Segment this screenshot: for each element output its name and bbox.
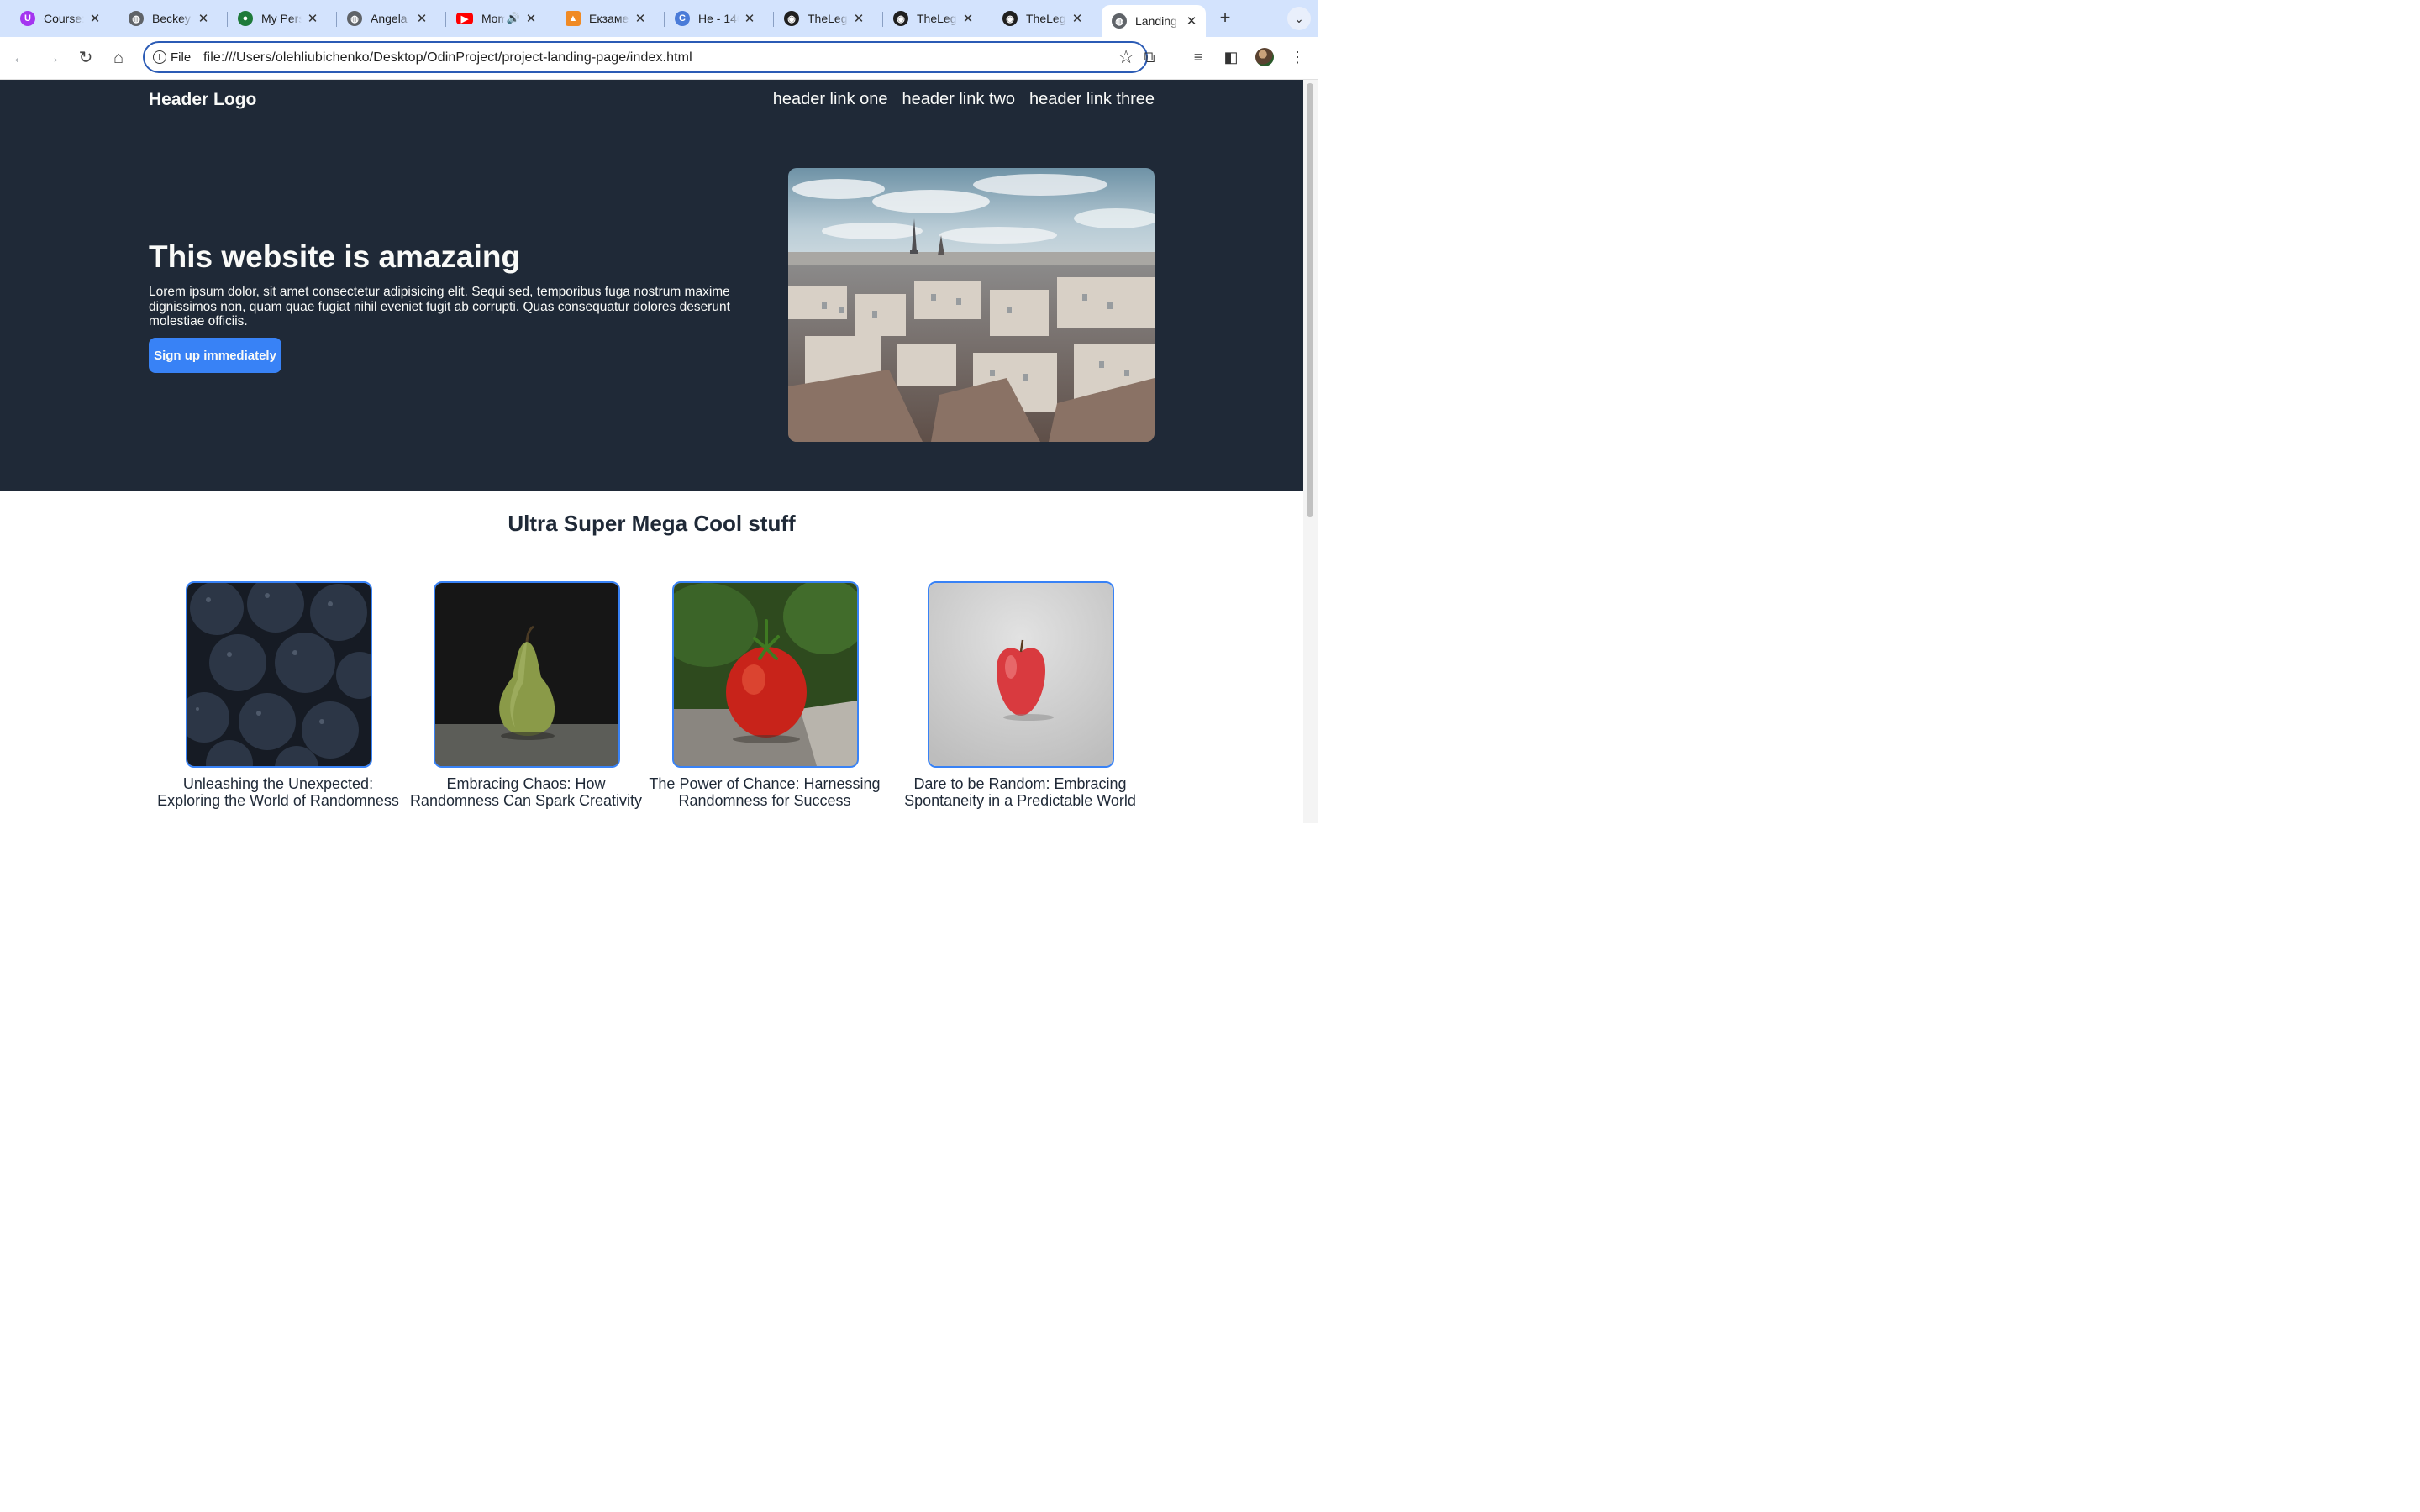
card-image-blueberries [186,581,372,768]
vertical-scrollbar[interactable] [1303,80,1318,823]
card-caption: Unleashing the Unexpected: Exploring the… [157,775,399,809]
close-icon[interactable]: ✕ [87,11,103,26]
close-icon[interactable]: ✕ [1070,11,1085,26]
hero-title: This website is amazaing [149,239,521,274]
profile-avatar[interactable] [1255,48,1274,66]
tab-title: Course: [44,12,84,25]
home-icon[interactable]: ⌂ [108,47,129,69]
udemy-icon: U [20,11,35,26]
browser-tab[interactable]: C He - 140 ✕ [665,5,764,32]
close-icon[interactable]: ✕ [1184,13,1199,29]
tomato-illustration [674,583,857,766]
close-icon[interactable]: ✕ [305,11,320,26]
youtube-icon: ▶ [456,13,473,24]
close-icon[interactable]: ✕ [414,11,429,26]
pear-illustration [435,583,618,766]
browser-tab[interactable]: ◍ Beckey L ✕ [118,5,218,32]
tab-search-button[interactable]: ⌄ [1287,7,1311,30]
browser-tab[interactable]: ▲ Екзамен ✕ [555,5,655,32]
card-caption: Embracing Chaos: How Randomness Can Spar… [409,775,643,809]
globe-icon: ◍ [129,11,144,26]
reload-icon[interactable]: ↻ [75,47,97,69]
scheme-label: File [171,50,192,65]
apple-illustration [929,583,1113,766]
tab-title: TheLege [1026,12,1066,25]
back-arrow-icon[interactable]: ← [9,47,31,69]
section-title: Ultra Super Mega Cool stuff [508,511,796,536]
card-caption: The Power of Chance: Harnessing Randomne… [649,775,881,809]
side-panel-icon[interactable]: ◧ [1221,47,1241,67]
media-controls-icon[interactable]: ≡ [1188,47,1208,67]
tab-title: TheLege [808,12,848,25]
close-icon[interactable]: ✕ [960,11,976,26]
card-caption: Dare to be Random: Embracing Spontaneity… [904,775,1136,809]
card-image-apple [928,581,1114,768]
blueberries-illustration [187,583,371,766]
card-image-pear [434,581,620,768]
extensions-puzzle-icon[interactable]: ⧉ [1139,47,1160,67]
sign-up-button[interactable]: Sign up immediately [149,338,281,373]
cone-icon: ▲ [566,11,581,26]
c-icon: C [675,11,690,26]
hero-city-image [788,168,1155,442]
browser-tab[interactable]: ▶ Mom 🔊 ✕ [446,5,545,32]
scrollbar-thumb[interactable] [1307,83,1313,517]
close-icon[interactable]: ✕ [523,11,539,26]
forward-arrow-icon[interactable]: → [41,47,63,69]
address-bar[interactable]: i File file:///Users/olehliubichenko/Des… [143,41,1148,73]
url-text[interactable]: file:///Users/olehliubichenko/Desktop/Od… [203,50,692,66]
star-bookmark-icon[interactable]: ☆ [1118,46,1134,68]
header-link-three[interactable]: header link three [1029,90,1155,109]
github-icon: ◉ [893,11,908,26]
browser-tab-active[interactable]: ◍ Landing ✕ [1102,5,1206,37]
browser-tab[interactable]: ◉ TheLege ✕ [992,5,1092,32]
hero-text: Lorem ipsum dolor, sit amet consectetur … [149,285,730,328]
header-logo[interactable]: Header Logo [149,90,256,110]
header-nav: header link one header link two header l… [773,90,1155,109]
browser-tab[interactable]: ◍ Angela Y ✕ [337,5,436,32]
browser-tab[interactable]: ◉ TheLege ✕ [883,5,982,32]
tab-title: Landing [1135,14,1177,28]
card-image-tomato [672,581,859,768]
github-icon: ◉ [784,11,799,26]
page-viewport: Header Logo header link one header link … [0,80,1303,823]
info-icon[interactable]: i [153,50,166,64]
header-link-two[interactable]: header link two [902,90,1015,109]
browser-toolbar: ← → ↻ ⌂ i File file:///Users/olehliubich… [0,37,1318,80]
close-icon[interactable]: ✕ [633,11,648,26]
hero-section: Header Logo header link one header link … [0,80,1303,491]
close-icon[interactable]: ✕ [742,11,757,26]
close-icon[interactable]: ✕ [851,11,866,26]
more-menu-icon[interactable]: ⋮ [1287,47,1307,67]
tab-title: My Perso [261,12,302,25]
tab-title: Beckey L [152,12,192,25]
close-icon[interactable]: ✕ [196,11,211,26]
github-icon: ◉ [1002,11,1018,26]
browser-tab[interactable]: ● My Perso ✕ [228,5,327,32]
tab-title: Angela Y [371,12,411,25]
tab-title: TheLege [917,12,957,25]
header-link-one[interactable]: header link one [773,90,888,109]
audio-playing-icon[interactable]: 🔊 [507,12,520,25]
browser-tab[interactable]: U Course: ✕ [10,5,109,32]
city-rooftops-illustration [788,168,1155,442]
globe-icon: ◍ [347,11,362,26]
browser-tab[interactable]: ◉ TheLege ✕ [774,5,873,32]
profile-icon: ● [238,11,253,26]
tab-title: Екзамен [589,12,629,25]
tab-title: Mom [481,12,505,25]
tab-title: He - 140 [698,12,739,25]
new-tab-button[interactable]: + [1215,8,1235,28]
tab-strip: U Course: ✕ ◍ Beckey L ✕ ● My Perso ✕ ◍ … [0,0,1318,37]
globe-icon: ◍ [1112,13,1127,29]
